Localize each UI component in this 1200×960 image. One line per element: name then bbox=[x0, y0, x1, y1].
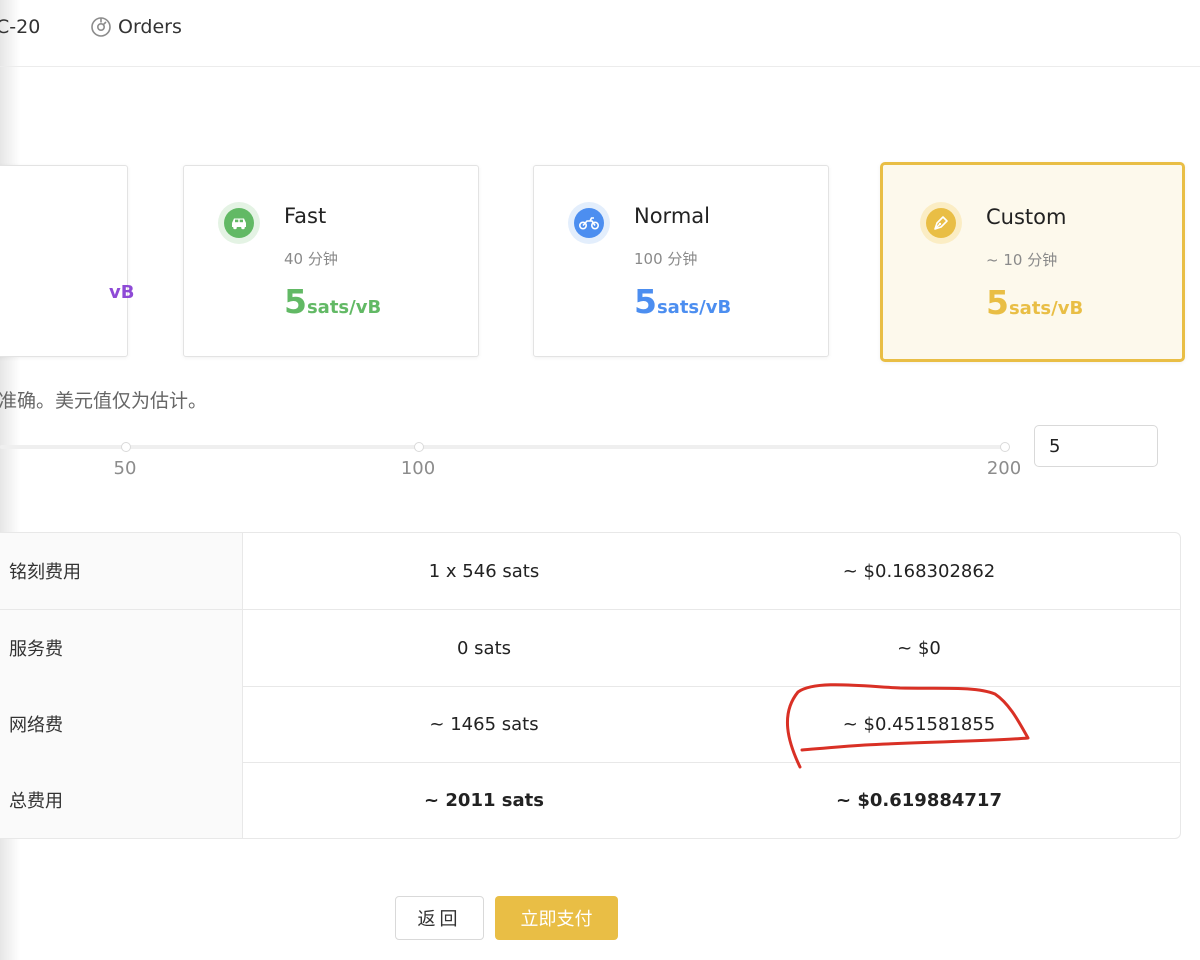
fee-card-rate: vB bbox=[109, 282, 134, 303]
fee-card-eta: 100 分钟 bbox=[634, 250, 698, 268]
fee-card-unit: sats/vB bbox=[656, 297, 732, 318]
table-row-total: 总费用 ~ 2011 sats ~ $0.619884717 bbox=[0, 762, 1180, 838]
fee-label: 总费用 bbox=[0, 762, 243, 838]
fee-sats: 1 x 546 sats bbox=[428, 560, 540, 582]
slider-mark-label: 200 bbox=[986, 458, 1022, 479]
fee-usd: ~ $0.619884717 bbox=[836, 789, 1002, 811]
fee-card-unit: sats/vB bbox=[306, 297, 382, 318]
fee-rate-input[interactable] bbox=[1034, 425, 1158, 467]
fee-card-fast[interactable]: Fast 40 分钟 5sats/vB bbox=[183, 165, 479, 357]
nav-item-orders[interactable]: Orders bbox=[90, 14, 182, 40]
fee-usd: ~ $0.451581855 bbox=[842, 713, 996, 735]
fee-rate-slider[interactable] bbox=[0, 445, 1007, 449]
fee-sats: 0 sats bbox=[456, 637, 512, 659]
car-icon bbox=[232, 218, 246, 230]
motorcycle-icon bbox=[578, 217, 600, 230]
fee-card-badge bbox=[920, 202, 962, 244]
fee-card-eta: 40 分钟 bbox=[284, 250, 338, 268]
fee-card-custom[interactable]: Custom ~ 10 分钟 5sats/vB bbox=[880, 162, 1185, 362]
slider-mark-label: 50 bbox=[113, 458, 137, 479]
fee-card-value: 5 bbox=[634, 282, 657, 321]
orders-icon bbox=[90, 16, 112, 38]
fee-card-badge bbox=[568, 202, 610, 244]
pen-icon bbox=[934, 216, 948, 230]
fee-card-title: Custom bbox=[986, 205, 1067, 229]
table-row: 网络费 ~ 1465 sats ~ $0.451581855 bbox=[0, 686, 1180, 763]
fee-card-rate: 5sats/vB bbox=[284, 282, 381, 321]
fee-card-value: 5 bbox=[986, 283, 1009, 322]
nav-item-brc20[interactable]: C-20 bbox=[0, 14, 40, 40]
slider-mark-dot[interactable] bbox=[121, 442, 131, 452]
top-nav: C-20 Orders bbox=[0, 0, 1200, 67]
nav-item-label: Orders bbox=[118, 16, 182, 38]
fee-label: 网络费 bbox=[0, 686, 243, 762]
table-row: 服务费 0 sats ~ $0 bbox=[0, 610, 1180, 687]
back-button[interactable]: 返回 bbox=[395, 896, 484, 940]
nav-item-label: C-20 bbox=[0, 16, 41, 38]
slider-mark-dot[interactable] bbox=[414, 442, 424, 452]
fee-label: 服务费 bbox=[0, 610, 243, 686]
fee-table: 铭刻费用 1 x 546 sats ~ $0.168302862 服务费 0 s… bbox=[0, 532, 1181, 839]
fee-card-normal[interactable]: Normal 100 分钟 5sats/vB bbox=[533, 165, 829, 357]
fee-label: 铭刻费用 bbox=[0, 533, 243, 609]
fee-card-rate: 5sats/vB bbox=[986, 283, 1083, 322]
fee-sats: ~ 1465 sats bbox=[429, 713, 539, 735]
fee-sats: ~ 2011 sats bbox=[424, 789, 544, 811]
pay-now-button[interactable]: 立即支付 bbox=[495, 896, 618, 940]
fee-card-title: Normal bbox=[634, 204, 710, 228]
fee-usd: ~ $0 bbox=[897, 637, 941, 659]
fee-card-unit: vB bbox=[109, 282, 135, 303]
fee-usd: ~ $0.168302862 bbox=[842, 560, 996, 582]
fee-card-slow[interactable]: vB bbox=[0, 165, 134, 357]
slider-mark-label: 100 bbox=[400, 458, 436, 479]
fee-card-badge bbox=[218, 202, 260, 244]
estimate-note: 准确。美元值仅为估计。 bbox=[0, 390, 208, 412]
fee-card-rate: 5sats/vB bbox=[634, 282, 731, 321]
fee-card-unit: sats/vB bbox=[1008, 298, 1084, 319]
fee-card-value: 5 bbox=[284, 282, 307, 321]
fee-card-title: Fast bbox=[284, 204, 327, 228]
table-row: 铭刻费用 1 x 546 sats ~ $0.168302862 bbox=[0, 533, 1180, 610]
fee-card-eta: ~ 10 分钟 bbox=[986, 251, 1058, 269]
slider-mark-dot[interactable] bbox=[1000, 442, 1010, 452]
